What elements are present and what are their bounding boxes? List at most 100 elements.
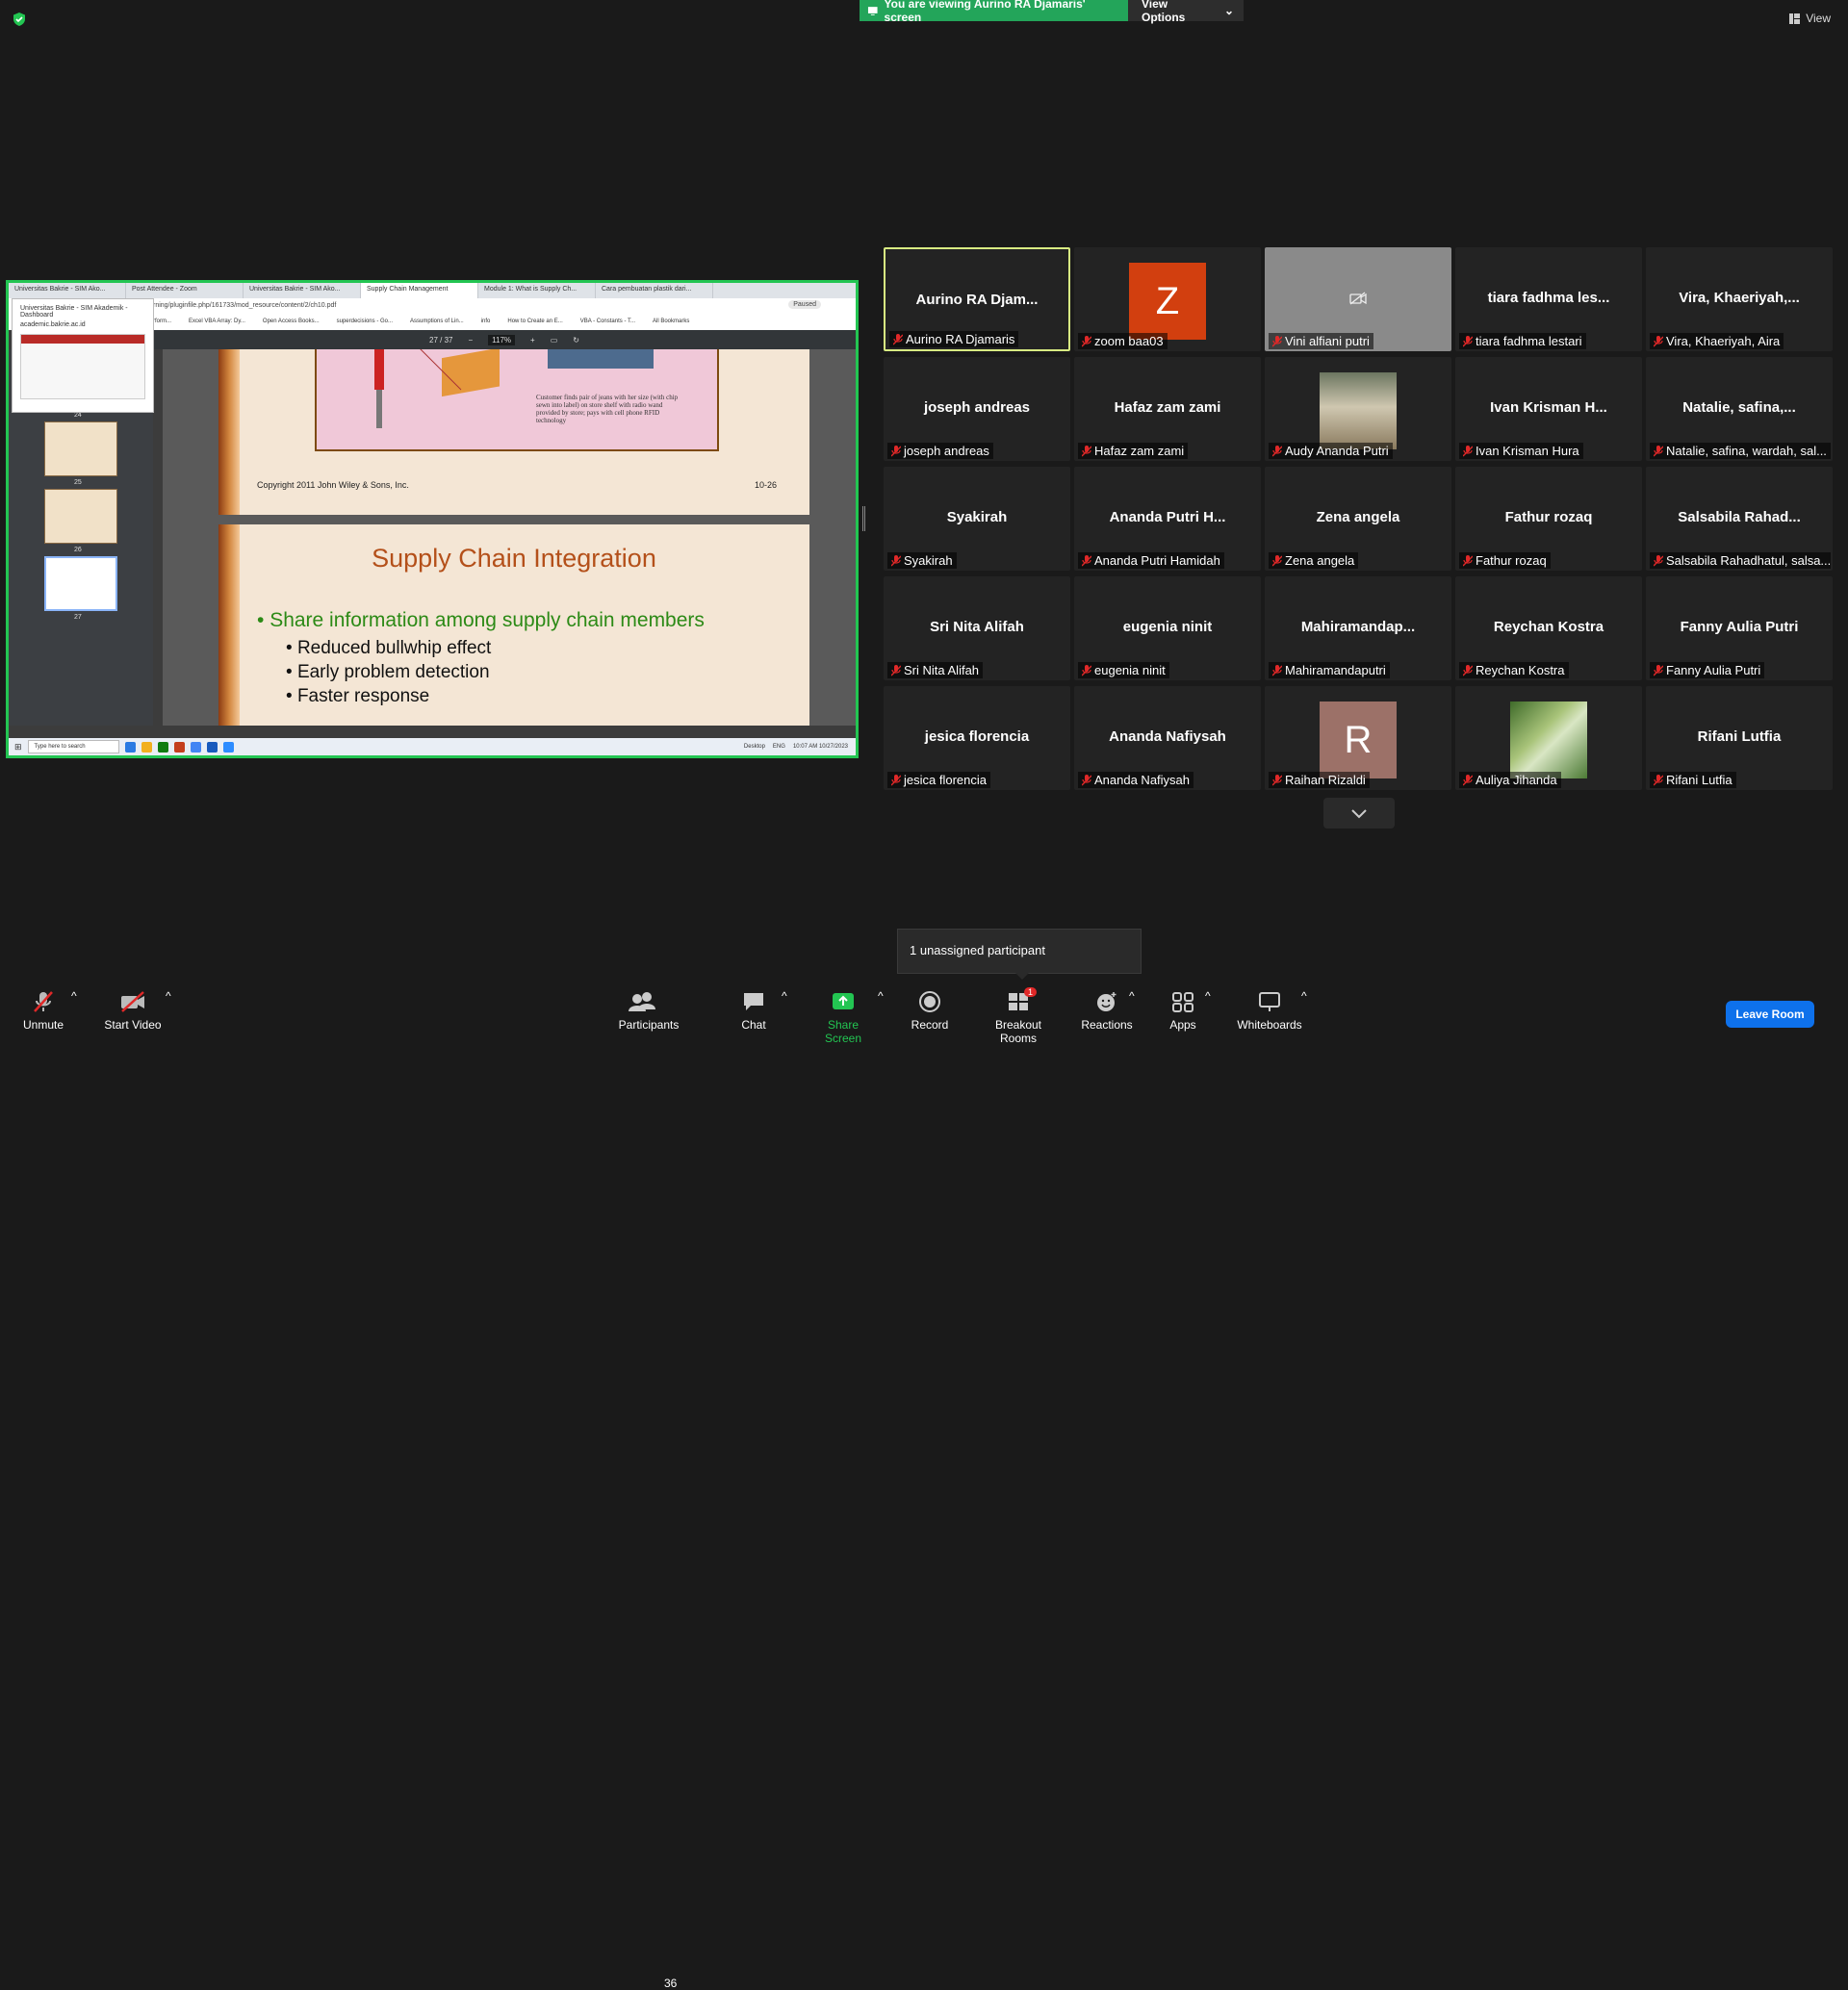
chrome-icon[interactable] [190, 741, 201, 753]
bookmark[interactable]: Excel VBA Array: Dy... [189, 319, 245, 327]
participant-tile[interactable]: Fanny Aulia Putri Fanny Aulia Putri [1646, 576, 1833, 680]
browser-tab[interactable]: Universitas Bakrie - SIM Ako... [9, 283, 126, 298]
participant-tile[interactable]: Natalie, safina,... Natalie, safina, ward… [1646, 357, 1833, 461]
participant-tile[interactable]: Mahiramandap... Mahiramandaputri [1265, 576, 1451, 680]
participants-icon [629, 992, 655, 1011]
pdf-page-number[interactable]: 27 / 37 [429, 336, 452, 344]
chat-options-caret[interactable]: ^ [782, 989, 787, 1003]
app-icon[interactable] [206, 741, 218, 753]
app-icon[interactable] [173, 741, 185, 753]
participant-tile[interactable]: joseph andreas joseph andreas [884, 357, 1070, 461]
chat-button[interactable]: Chat [734, 989, 773, 1032]
security-shield-icon[interactable] [12, 12, 27, 27]
unmute-button[interactable]: Unmute [21, 989, 65, 1032]
participant-tile[interactable]: Salsabila Rahad... Salsabila Rahadhatul, … [1646, 467, 1833, 571]
next-page-button[interactable] [1323, 798, 1395, 829]
app-icon[interactable] [124, 741, 136, 753]
participant-tile[interactable]: Auliya Jihanda [1455, 686, 1642, 790]
thumbnail-selected[interactable] [44, 556, 117, 611]
participant-tile[interactable]: Audy Ananda Putri [1265, 357, 1451, 461]
browser-tab[interactable]: Universitas Bakrie - SIM Ako... [244, 283, 361, 298]
start-video-button[interactable]: Start Video [102, 989, 164, 1032]
sub-bullet-text: Faster response [296, 686, 430, 706]
participant-name-label: tiara fadhma lestari [1459, 333, 1586, 349]
pdf-zoom[interactable]: 117% [488, 334, 516, 345]
whiteboards-button[interactable]: Whiteboards [1234, 989, 1305, 1032]
language-label[interactable]: ENG [773, 744, 785, 750]
browser-tab[interactable]: Post Attendee - Zoom [126, 283, 244, 298]
participant-tile[interactable]: Syakirah Syakirah [884, 467, 1070, 571]
participant-tile[interactable]: Vira, Khaeriyah,... Vira, Khaeriyah, Aira [1646, 247, 1833, 351]
video-options-caret[interactable]: ^ [166, 989, 171, 1003]
participant-tile[interactable]: Hafaz zam zami Hafaz zam zami [1074, 357, 1261, 461]
participant-name-label: Fanny Aulia Putri [1650, 662, 1765, 678]
resize-splitter[interactable] [862, 506, 865, 531]
muted-mic-icon [1081, 775, 1092, 786]
thumbnail[interactable] [44, 421, 117, 476]
zoom-out-icon[interactable]: − [469, 336, 474, 344]
pdf-viewer[interactable]: Customer finds pair of jeans with her si… [163, 349, 856, 726]
participant-tile[interactable]: Ananda Nafiysah Ananda Nafiysah [1074, 686, 1261, 790]
participant-tile[interactable]: Vini alfiani putri [1265, 247, 1451, 351]
reactions-button[interactable]: Reactions [1080, 989, 1134, 1032]
rotate-icon[interactable]: ↻ [573, 336, 579, 344]
participant-tile[interactable]: Ananda Putri H... Ananda Putri Hamidah [1074, 467, 1261, 571]
view-options-button[interactable]: View Options ⌄ [1128, 0, 1244, 24]
browser-tab[interactable]: Cara pembuatan plastik dari... [596, 283, 713, 298]
browser-tab[interactable]: Module 1: What is Supply Ch... [478, 283, 596, 298]
record-button[interactable]: Record [907, 989, 953, 1032]
participant-tile[interactable]: R Raihan Rizaldi [1265, 686, 1451, 790]
participant-tile[interactable]: jesica florencia jesica florencia [884, 686, 1070, 790]
bookmark[interactable]: How to Create an E... [507, 319, 562, 327]
share-options-caret[interactable]: ^ [878, 989, 884, 1003]
whiteboards-options-caret[interactable]: ^ [1301, 989, 1307, 1003]
participant-tile[interactable]: Reychan Kostra Reychan Kostra [1455, 576, 1642, 680]
audio-options-caret[interactable]: ^ [71, 989, 77, 1003]
windows-start-icon[interactable]: ⊞ [14, 742, 22, 753]
breakout-rooms-button[interactable]: 1 Breakout Rooms [976, 987, 1061, 1045]
record-icon [919, 991, 940, 1012]
reactions-options-caret[interactable]: ^ [1129, 989, 1135, 1003]
participant-tile[interactable]: Zena angela Zena angela [1265, 467, 1451, 571]
taskbar-search[interactable]: Type here to search [27, 740, 119, 753]
participant-name-text: Fathur rozaq [1476, 553, 1547, 568]
bookmark[interactable]: Assumptions of Lin... [410, 319, 464, 327]
bookmark[interactable]: VBA - Constants - T... [580, 319, 635, 327]
zoom-in-icon[interactable]: + [530, 336, 535, 344]
participant-tile[interactable]: Fathur rozaq Fathur rozaq [1455, 467, 1642, 571]
paused-badge[interactable]: Paused [788, 300, 821, 309]
participant-tile[interactable]: Ivan Krisman H... Ivan Krisman Hura [1455, 357, 1642, 461]
tab-tooltip: Universitas Bakrie - SIM Akademik - Dash… [12, 298, 154, 413]
tooltip-preview [20, 334, 145, 399]
participants-button[interactable]: Participants [614, 989, 683, 1032]
app-icon[interactable] [141, 741, 152, 753]
share-screen-button[interactable]: Share Screen [808, 989, 878, 1045]
view-button[interactable]: View [1789, 12, 1831, 25]
bookmark[interactable]: Open Access Books... [263, 319, 320, 327]
browser-tab-active[interactable]: Supply Chain Management [361, 283, 478, 298]
shared-screen[interactable]: Universitas Bakrie - SIM Ako... Post Att… [6, 280, 859, 758]
participant-name-center: eugenia ninit [1122, 619, 1213, 635]
clock[interactable]: 10:07 AM 10/27/2023 [793, 744, 848, 750]
leave-room-button[interactable]: Leave Room [1726, 1001, 1814, 1028]
bookmark[interactable]: superdecisions - Go... [337, 319, 393, 327]
app-icon[interactable] [157, 741, 168, 753]
thumbnail[interactable] [44, 489, 117, 544]
muted-mic-icon [890, 446, 902, 457]
bookmark[interactable]: All Bookmarks [653, 319, 689, 327]
participant-tile[interactable]: Sri Nita Alifah Sri Nita Alifah [884, 576, 1070, 680]
desktop-label[interactable]: Desktop [744, 744, 765, 750]
muted-mic-icon [1081, 446, 1092, 457]
participant-tile[interactable]: tiara fadhma les... tiara fadhma lestari [1455, 247, 1642, 351]
participant-tile[interactable]: Aurino RA Djam... Aurino RA Djamaris [884, 247, 1070, 351]
participant-tile[interactable]: Zzoom baa03 [1074, 247, 1261, 351]
apps-button[interactable]: Apps [1165, 989, 1201, 1032]
fit-page-icon[interactable]: ▭ [551, 336, 558, 344]
muted-mic-icon [1271, 446, 1283, 457]
zoom-icon[interactable] [222, 741, 234, 753]
participant-tile[interactable]: eugenia ninit eugenia ninit [1074, 576, 1261, 680]
bookmark[interactable]: rform... [153, 319, 171, 327]
apps-options-caret[interactable]: ^ [1205, 989, 1211, 1003]
bookmark[interactable]: info [481, 319, 491, 327]
participant-tile[interactable]: Rifani Lutfia Rifani Lutfia [1646, 686, 1833, 790]
